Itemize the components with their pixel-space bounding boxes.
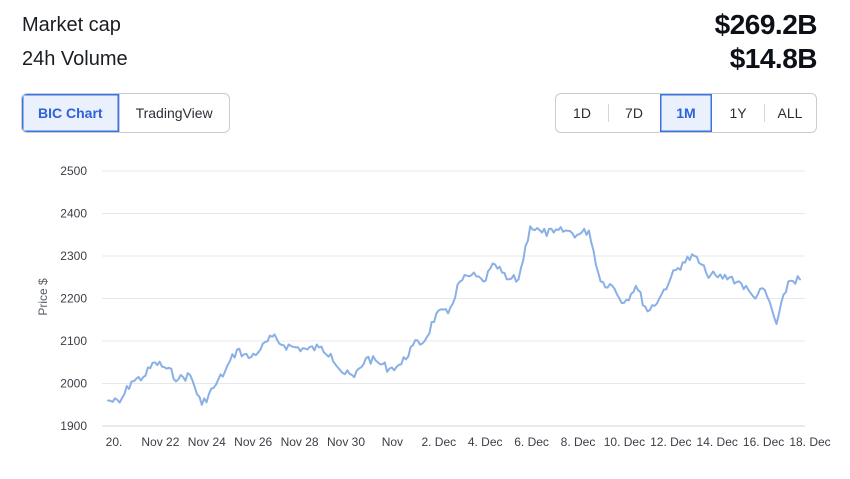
range-1y-button[interactable]: 1Y	[712, 94, 764, 132]
x-tick-label: 12. Dec	[650, 435, 691, 449]
volume-value: $14.8B	[729, 43, 818, 74]
y-tick-label: 1900	[60, 419, 87, 433]
volume-label: 24h Volume	[22, 47, 128, 70]
range-1m-button[interactable]: 1M	[660, 94, 712, 132]
x-tick-label: 4. Dec	[468, 435, 503, 449]
market-cap-value: $269.2B	[714, 9, 818, 40]
market-cap-label: Market cap	[22, 13, 121, 36]
y-tick-label: 2400	[60, 207, 87, 221]
x-tick-label: 16. Dec	[743, 435, 784, 449]
x-tick-label: 2. Dec	[421, 435, 456, 449]
stats-panel: Market cap $269.2B 24h Volume $14.8B	[22, 8, 818, 76]
x-tick-label: 18. Dec	[789, 435, 830, 449]
x-tick-label: Nov 30	[327, 435, 365, 449]
x-tick-label: Nov	[382, 435, 403, 449]
x-tick-label: 6. Dec	[514, 435, 549, 449]
x-tick-label: 20.	[106, 435, 123, 449]
price-chart: Price $ 1900 2000 2100 2200 2300 2400 2500 20.…	[36, 164, 831, 449]
range-1d-button[interactable]: 1D	[556, 94, 608, 132]
range-all-button[interactable]: ALL	[764, 94, 816, 132]
y-tick-label: 2200	[60, 292, 87, 306]
x-axis-ticks: 20. Nov 22 Nov 24 Nov 26 Nov 28 Nov 30 Nov 2. D…	[106, 435, 831, 449]
y-tick-label: 2000	[60, 377, 87, 391]
y-tick-label: 2300	[60, 249, 87, 263]
x-tick-label: Nov 24	[188, 435, 226, 449]
tab-bic-chart[interactable]: BIC Chart	[22, 94, 119, 132]
volume-row: 24h Volume $14.8B	[22, 42, 818, 76]
tab-tradingview[interactable]: TradingView	[118, 94, 229, 132]
y-axis-label: Price $	[36, 278, 50, 316]
chart-source-toggle: BIC Chart TradingView	[21, 93, 230, 133]
x-tick-label: Nov 22	[141, 435, 179, 449]
x-tick-label: Nov 26	[234, 435, 272, 449]
price-line	[107, 225, 801, 406]
range-7d-button[interactable]: 7D	[608, 94, 660, 132]
time-range-toggle: 1D 7D 1M 1Y ALL	[555, 93, 817, 133]
x-tick-label: Nov 28	[281, 435, 319, 449]
x-tick-label: 10. Dec	[604, 435, 645, 449]
y-tick-label: 2100	[60, 334, 87, 348]
market-cap-row: Market cap $269.2B	[22, 8, 818, 42]
grid-lines	[102, 170, 805, 427]
y-tick-label: 2500	[60, 164, 87, 178]
y-axis-ticks: 1900 2000 2100 2200 2300 2400 2500	[60, 164, 87, 433]
x-tick-label: 8. Dec	[561, 435, 596, 449]
x-tick-label: 14. Dec	[697, 435, 738, 449]
